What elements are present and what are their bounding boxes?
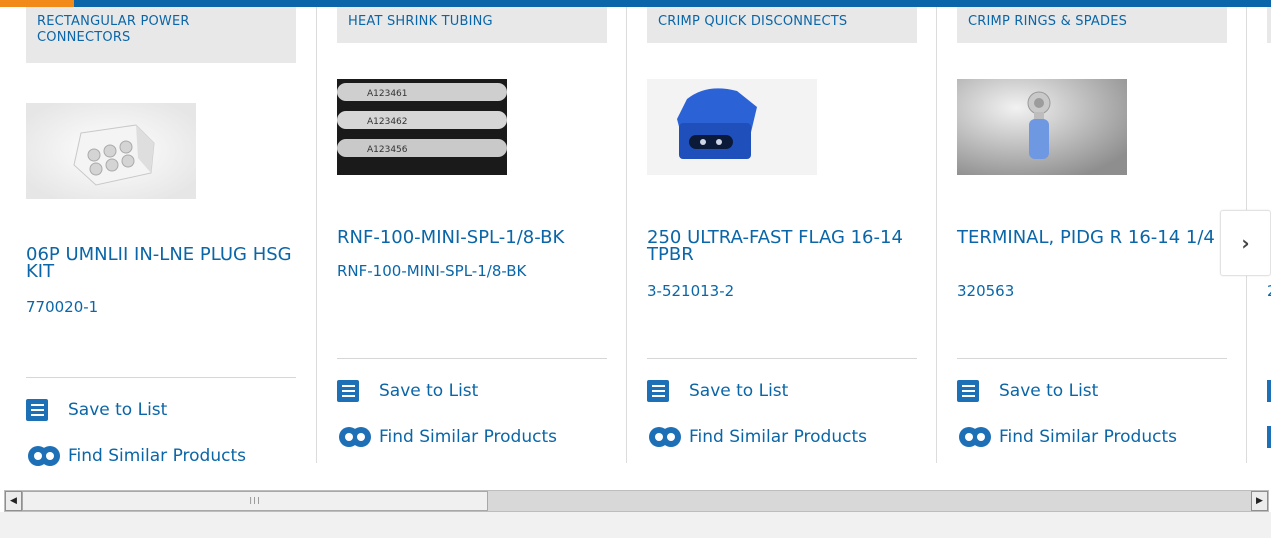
- find-similar-button[interactable]: Find Similar Products: [337, 424, 557, 450]
- top-accent-bar: [0, 0, 1271, 7]
- scroll-left-button[interactable]: ◀: [5, 491, 22, 511]
- checklist-icon: [26, 399, 48, 421]
- find-similar-label: Find Similar Products: [379, 427, 557, 447]
- gear-icon: [337, 424, 373, 450]
- category-label[interactable]: CRIMP RINGS & SPADES: [957, 7, 1227, 43]
- product-card: CRIMP QUICK DISCONNECTS 250 ULTRA-FAST F…: [647, 7, 917, 463]
- category-label[interactable]: [1267, 7, 1271, 43]
- card-divider: [647, 358, 917, 359]
- scrollbar-thumb[interactable]: III: [22, 491, 488, 511]
- product-card: HEAT SHRINK TUBING A123461 A123462 A1234…: [337, 7, 607, 463]
- part-number[interactable]: 3-521013-2: [647, 282, 734, 300]
- part-number[interactable]: 320563: [957, 282, 1014, 300]
- save-to-list-label: Save to List: [999, 381, 1099, 401]
- part-number[interactable]: 2: [1267, 282, 1271, 300]
- save-to-list-button[interactable]: Save to List: [647, 380, 788, 402]
- product-card: CRIMP RINGS & SPADES TERMINAL, PIDG R 16…: [957, 7, 1227, 463]
- find-similar-label: Find Similar Products: [68, 446, 246, 466]
- category-label[interactable]: CRIMP QUICK DISCONNECTS: [647, 7, 917, 43]
- product-card: RECTANGULAR POWER CONNECTORS 06P UMNLII …: [26, 7, 296, 466]
- card-separator: [936, 7, 937, 463]
- part-number[interactable]: RNF-100-MINI-SPL-1/8-BK: [337, 262, 526, 280]
- gear-icon: [647, 424, 683, 450]
- save-to-list-label: Save to List: [379, 381, 479, 401]
- checklist-icon: [957, 380, 979, 402]
- window-footer: [0, 512, 1271, 538]
- gear-icon: [957, 424, 993, 450]
- find-similar-button[interactable]: Find Similar Products: [647, 424, 867, 450]
- category-label[interactable]: HEAT SHRINK TUBING: [337, 7, 607, 43]
- horizontal-scrollbar[interactable]: ◀ III ▶: [4, 490, 1269, 512]
- find-similar-label: Find Similar Products: [999, 427, 1177, 447]
- find-similar-button[interactable]: Find Similar Products: [957, 424, 1177, 450]
- scroll-right-button[interactable]: ▶: [1251, 491, 1268, 511]
- connector-housing-image[interactable]: [26, 103, 196, 199]
- heat-shrink-tubing-image[interactable]: A123461 A123462 A123456: [337, 79, 507, 175]
- card-divider: [957, 358, 1227, 359]
- product-title[interactable]: 250 ULTRA-FAST FLAG 16-14 TPBR: [647, 229, 917, 264]
- gear-icon[interactable]: [1267, 426, 1271, 448]
- chevron-right-icon: ›: [1241, 231, 1250, 255]
- checklist-icon[interactable]: [1267, 380, 1271, 402]
- save-to-list-button[interactable]: Save to List: [337, 380, 478, 402]
- carousel-next-button[interactable]: ›: [1220, 210, 1271, 276]
- gear-icon: [26, 443, 62, 469]
- find-similar-button[interactable]: Find Similar Products: [26, 443, 246, 469]
- quick-disconnect-image[interactable]: [647, 79, 817, 175]
- save-to-list-button[interactable]: Save to List: [26, 399, 167, 421]
- product-title[interactable]: TERMINAL, PIDG R 16-14 1/4: [957, 229, 1227, 247]
- active-tab-indicator: [0, 0, 74, 7]
- find-similar-label: Find Similar Products: [689, 427, 867, 447]
- ring-terminal-image[interactable]: [957, 79, 1127, 175]
- card-separator: [626, 7, 627, 463]
- tubing-label: A123461: [367, 89, 408, 99]
- card-separator: [316, 7, 317, 463]
- category-label[interactable]: RECTANGULAR POWER CONNECTORS: [26, 7, 296, 63]
- card-divider: [337, 358, 607, 359]
- save-to-list-button[interactable]: Save to List: [957, 380, 1098, 402]
- tubing-label: A123456: [367, 145, 408, 155]
- checklist-icon: [647, 380, 669, 402]
- card-divider: [26, 377, 296, 378]
- tubing-label: A123462: [367, 117, 408, 127]
- product-title[interactable]: RNF-100-MINI-SPL-1/8-BK: [337, 229, 607, 247]
- carousel-viewport: RECTANGULAR POWER CONNECTORS 06P UMNLII …: [0, 0, 1271, 490]
- product-title[interactable]: 06P UMNLII IN-LNE PLUG HSG KIT: [26, 246, 296, 281]
- part-number[interactable]: 770020-1: [26, 298, 98, 316]
- save-to-list-label: Save to List: [68, 400, 168, 420]
- checklist-icon: [337, 380, 359, 402]
- save-to-list-label: Save to List: [689, 381, 789, 401]
